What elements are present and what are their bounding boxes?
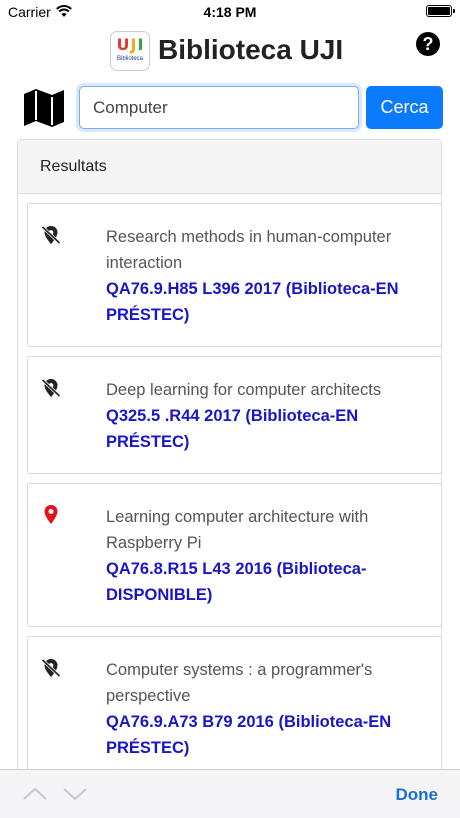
results-panel: Resultats Research methods in human-comp…: [17, 139, 442, 779]
battery-icon: [426, 5, 455, 17]
location-off-icon: [40, 657, 62, 679]
result-title: Deep learning for computer architects: [106, 381, 382, 399]
chevron-up-icon[interactable]: [22, 782, 48, 806]
results-heading: Resultats: [18, 140, 441, 194]
result-card[interactable]: Deep learning for computer architects Q32…: [27, 356, 441, 474]
map-icon[interactable]: [22, 86, 66, 130]
result-call-number[interactable]: QA76.8.R15 L43 2016 (Biblioteca-DISPONIB…: [106, 556, 427, 608]
result-call-number[interactable]: QA76.9.A73 B79 2016 (Biblioteca-EN PRÉST…: [106, 709, 427, 761]
done-button[interactable]: Done: [396, 785, 439, 805]
results-list: Research methods in human-computer inter…: [18, 194, 441, 778]
help-button[interactable]: ?: [416, 32, 440, 56]
chevron-down-icon[interactable]: [62, 782, 88, 806]
clock: 4:18 PM: [203, 4, 257, 20]
keyboard-toolbar: Done: [0, 769, 460, 818]
result-title: Research methods in human-computer inter…: [106, 228, 392, 272]
result-card[interactable]: Research methods in human-computer inter…: [27, 203, 441, 347]
result-call-number[interactable]: QA76.9.H85 L396 2017 (Biblioteca-EN PRÉS…: [106, 276, 427, 328]
location-pin-icon: [40, 504, 62, 526]
search-input[interactable]: [79, 86, 359, 129]
result-title: Learning computer architecture with Rasp…: [106, 508, 369, 552]
result-card[interactable]: Learning computer architecture with Rasp…: [27, 483, 441, 627]
status-bar: Carrier 4:18 PM: [0, 0, 460, 24]
location-off-icon: [40, 377, 62, 399]
search-button[interactable]: Cerca: [366, 86, 443, 129]
result-title: Computer systems : a programmer's perspe…: [106, 661, 373, 705]
page-title: Biblioteca UJI: [158, 34, 344, 65]
location-off-icon: [40, 224, 62, 246]
result-card[interactable]: Computer systems : a programmer's perspe…: [27, 636, 441, 778]
app-logo: UJI Biblioteca: [110, 31, 150, 71]
result-call-number[interactable]: Q325.5 .R44 2017 (Biblioteca-EN PRÉSTEC): [106, 403, 427, 455]
app-header: UJI Biblioteca Biblioteca UJI ?: [0, 28, 460, 74]
